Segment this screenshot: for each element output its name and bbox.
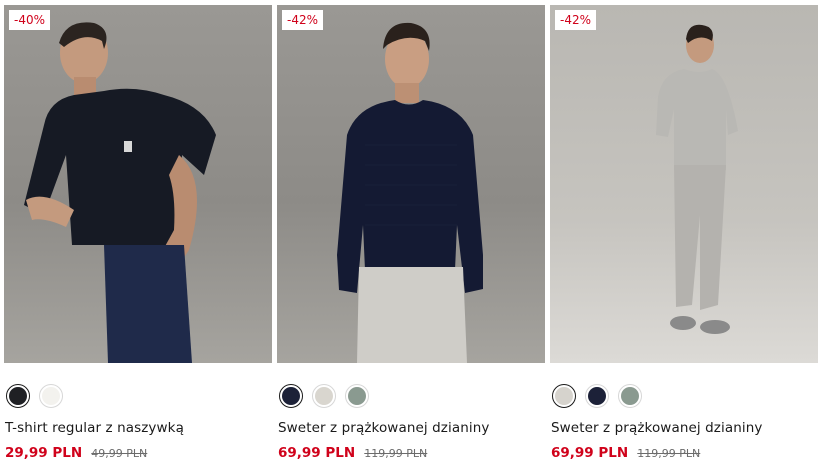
price-block: 29,99 PLN 49,99 PLN	[4, 442, 272, 461]
product-image[interactable]: -40%	[4, 5, 272, 363]
sale-price: 69,99 PLN	[551, 445, 629, 461]
discount-badge: -40%	[9, 10, 51, 30]
color-swatch-navy[interactable]	[279, 384, 303, 408]
color-swatches	[550, 383, 818, 409]
original-price: 49,99 PLN	[91, 447, 148, 460]
original-price: 119,99 PLN	[364, 447, 428, 460]
product-image[interactable]: -42%	[277, 5, 545, 363]
product-grid: -40% T-shirt regular z naszywką 29,99 PL…	[4, 5, 818, 461]
product-name[interactable]: Sweter z prążkowanej dzianiny	[550, 420, 818, 436]
color-swatch-white[interactable]	[39, 384, 63, 408]
product-name[interactable]: Sweter z prążkowanej dzianiny	[277, 420, 545, 436]
color-swatches	[4, 383, 272, 409]
product-card[interactable]: -42% Sweter z prążkowanej dzianiny 69,99…	[550, 5, 818, 461]
product-image[interactable]: -42%	[550, 5, 818, 363]
color-swatches	[277, 383, 545, 409]
product-card[interactable]: -42% Sweter z prążkowanej dzianiny 69,99…	[277, 5, 545, 461]
color-swatch-light-grey[interactable]	[552, 384, 576, 408]
color-swatch-navy[interactable]	[585, 384, 609, 408]
color-swatch-sage[interactable]	[345, 384, 369, 408]
sale-price: 29,99 PLN	[5, 445, 83, 461]
color-swatch-beige[interactable]	[312, 384, 336, 408]
discount-badge: -42%	[282, 10, 324, 30]
product-card[interactable]: -40% T-shirt regular z naszywką 29,99 PL…	[4, 5, 272, 461]
price-block: 69,99 PLN 119,99 PLN	[550, 442, 818, 461]
model-photo-navy-sweater	[337, 22, 483, 363]
color-swatch-black[interactable]	[6, 384, 30, 408]
sale-price: 69,99 PLN	[278, 445, 356, 461]
model-photo-grey-sweater	[656, 24, 738, 334]
model-photo-tshirt	[24, 22, 216, 363]
original-price: 119,99 PLN	[637, 447, 701, 460]
product-name[interactable]: T-shirt regular z naszywką	[4, 420, 272, 436]
price-block: 69,99 PLN 119,99 PLN	[277, 442, 545, 461]
discount-badge: -42%	[555, 10, 597, 30]
color-swatch-sage[interactable]	[618, 384, 642, 408]
